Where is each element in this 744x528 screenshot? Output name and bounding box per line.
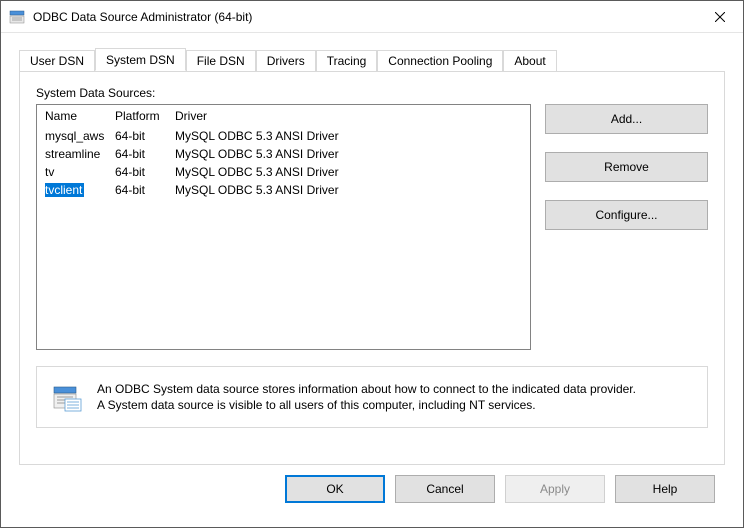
cell-platform: 64-bit [115, 127, 175, 145]
dialog-window: ODBC Data Source Administrator (64-bit) … [0, 0, 744, 528]
content-area: User DSN System DSN File DSN Drivers Tra… [1, 33, 743, 527]
main-row: Name Platform Driver mysql_aws 64-bit My… [36, 104, 708, 350]
cell-platform: 64-bit [115, 145, 175, 163]
ok-button[interactable]: OK [285, 475, 385, 503]
info-line2: A System data source is visible to all u… [97, 398, 536, 412]
datasource-icon [51, 381, 83, 413]
table-row[interactable]: streamline 64-bit MySQL ODBC 5.3 ANSI Dr… [37, 145, 530, 163]
cell-name: tv [45, 165, 54, 179]
close-button[interactable] [697, 1, 743, 32]
cell-name: tvclient [45, 183, 84, 197]
cell-platform: 64-bit [115, 181, 175, 199]
list-header: Name Platform Driver [37, 105, 530, 127]
tab-bar: User DSN System DSN File DSN Drivers Tra… [19, 49, 725, 71]
tab-connection-pooling[interactable]: Connection Pooling [377, 50, 503, 71]
add-button[interactable]: Add... [545, 104, 708, 134]
col-header-driver[interactable]: Driver [175, 109, 530, 123]
tab-tracing[interactable]: Tracing [316, 50, 378, 71]
tab-drivers[interactable]: Drivers [256, 50, 316, 71]
cell-driver: MySQL ODBC 5.3 ANSI Driver [175, 127, 530, 145]
remove-button[interactable]: Remove [545, 152, 708, 182]
table-row[interactable]: tvclient 64-bit MySQL ODBC 5.3 ANSI Driv… [37, 181, 530, 199]
configure-button[interactable]: Configure... [545, 200, 708, 230]
dialog-footer: OK Cancel Apply Help [11, 475, 733, 517]
tab-about[interactable]: About [503, 50, 556, 71]
apply-button[interactable]: Apply [505, 475, 605, 503]
col-header-platform[interactable]: Platform [115, 109, 175, 123]
tab-system-dsn[interactable]: System DSN [95, 48, 186, 71]
table-row[interactable]: tv 64-bit MySQL ODBC 5.3 ANSI Driver [37, 163, 530, 181]
tab-page-system-dsn: System Data Sources: Name Platform Drive… [19, 71, 725, 465]
cell-name: streamline [45, 147, 100, 161]
cell-driver: MySQL ODBC 5.3 ANSI Driver [175, 145, 530, 163]
col-header-name[interactable]: Name [45, 109, 115, 123]
cell-driver: MySQL ODBC 5.3 ANSI Driver [175, 163, 530, 181]
tab-user-dsn[interactable]: User DSN [19, 50, 95, 71]
cell-driver: MySQL ODBC 5.3 ANSI Driver [175, 181, 530, 199]
tab-file-dsn[interactable]: File DSN [186, 50, 256, 71]
table-row[interactable]: mysql_aws 64-bit MySQL ODBC 5.3 ANSI Dri… [37, 127, 530, 145]
list-body: mysql_aws 64-bit MySQL ODBC 5.3 ANSI Dri… [37, 127, 530, 349]
app-icon [9, 9, 25, 25]
cell-name: mysql_aws [45, 129, 104, 143]
side-button-column: Add... Remove Configure... [545, 104, 708, 350]
info-box: An ODBC System data source stores inform… [36, 366, 708, 428]
help-button[interactable]: Help [615, 475, 715, 503]
section-label: System Data Sources: [36, 86, 708, 100]
window-title: ODBC Data Source Administrator (64-bit) [33, 10, 697, 24]
cancel-button[interactable]: Cancel [395, 475, 495, 503]
info-text: An ODBC System data source stores inform… [97, 381, 636, 413]
cell-platform: 64-bit [115, 163, 175, 181]
titlebar: ODBC Data Source Administrator (64-bit) [1, 1, 743, 33]
data-sources-list[interactable]: Name Platform Driver mysql_aws 64-bit My… [36, 104, 531, 350]
info-line1: An ODBC System data source stores inform… [97, 382, 636, 396]
